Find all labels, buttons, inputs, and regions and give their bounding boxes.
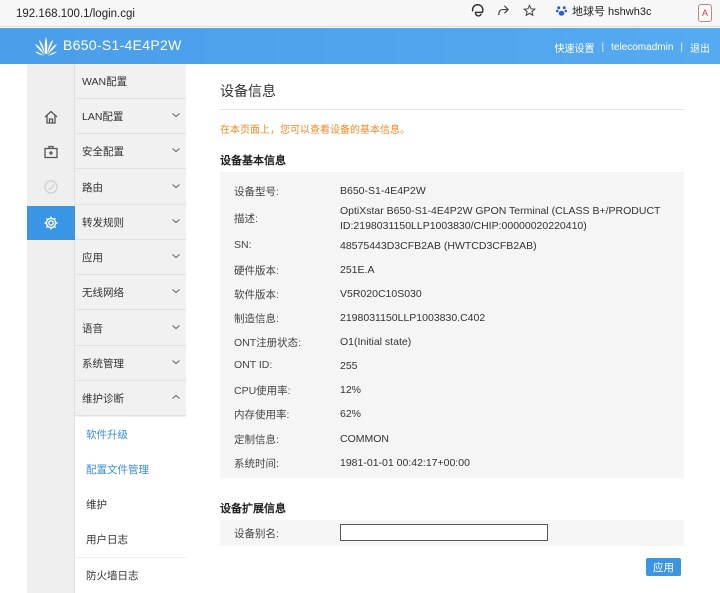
info-label: SN: — [234, 239, 252, 251]
info-label: ONT ID: — [234, 359, 273, 371]
info-label: 制造信息: — [234, 313, 279, 325]
page-title: 设备信息 — [220, 83, 276, 99]
menu-item-security[interactable]: 安全配置 — [75, 134, 186, 169]
rail-item-medkit[interactable] — [27, 135, 75, 169]
menu-item-wan[interactable]: WAN配置 — [75, 64, 186, 99]
divider — [220, 109, 684, 110]
alias-label: 设备别名: — [234, 528, 279, 540]
info-value: 255 — [340, 360, 358, 372]
menu-item-label: 语音 — [82, 322, 103, 335]
speed-icon — [44, 180, 58, 194]
info-value: 1981-01-01 00:42:17+00:00 — [340, 457, 470, 469]
user-link[interactable]: telecomadmin — [611, 42, 673, 53]
menu-item-label: LAN配置 — [82, 110, 124, 123]
info-value: 62% — [340, 408, 362, 420]
browser-toolbar: 192.168.100.1/login.cgi 地球号 hshwh3c A — [0, 0, 720, 27]
rail-item-home[interactable] — [27, 100, 75, 134]
chevron-down-icon — [172, 148, 180, 153]
extended-info-panel: 设备别名: — [220, 520, 684, 546]
info-label: 软件版本: — [234, 289, 279, 301]
menu-item-label: 无线网络 — [82, 286, 124, 299]
menu-item-voice[interactable]: 语音 — [75, 311, 186, 346]
logout-link[interactable]: 退出 — [690, 40, 710, 55]
chevron-down-icon — [172, 254, 180, 259]
app-header: B650-S1-4E4P2W 快速设置 | telecomadmin | 退出 — [0, 28, 720, 64]
rail-item-speed[interactable] — [27, 170, 75, 204]
menu-item-forward[interactable]: 转发规则 — [75, 205, 186, 240]
menu-item-wireless[interactable]: 无线网络 — [75, 275, 186, 310]
submenu-item-firmware-upgrade[interactable]: 软件升级 — [75, 417, 186, 452]
menu-item-label: 路由 — [82, 181, 103, 194]
menu-item-label: WAN配置 — [82, 75, 128, 88]
quick-setup-link[interactable]: 快速设置 — [555, 40, 595, 55]
side-menu: WAN配置 LAN配置 安全配置 路由 转发规则 应用 无线网络 语音 系统管理… — [75, 64, 186, 593]
menu-item-label: 转发规则 — [82, 216, 124, 229]
chevron-down-icon — [172, 113, 180, 118]
chevron-down-icon — [172, 325, 180, 330]
chevron-up-icon — [172, 394, 180, 399]
search-hint[interactable]: 地球号 hshwh3c — [554, 3, 651, 19]
info-value: 12% — [340, 384, 362, 396]
basic-info-heading: 设备基本信息 — [220, 155, 286, 167]
apply-button[interactable]: 应用 — [646, 558, 681, 576]
menu-item-label: 应用 — [82, 251, 103, 264]
page-notice: 在本页面上，您可以查看设备的基本信息。 — [220, 125, 410, 136]
submenu-item-firewall-log[interactable]: 防火墙日志 — [75, 558, 186, 593]
separator: | — [680, 42, 683, 53]
url-text[interactable]: 192.168.100.1/login.cgi — [0, 8, 135, 20]
extended-info-heading: 设备扩展信息 — [220, 503, 286, 515]
gear-icon — [44, 216, 58, 230]
info-value: OptiXstar B650-S1-4E4P2W GPON Terminal (… — [340, 205, 661, 232]
info-label: 内存使用率: — [234, 409, 290, 421]
browser-icons: 地球号 hshwh3c — [470, 0, 651, 21]
info-value: 251E.A — [340, 264, 375, 276]
submenu-item-maintenance[interactable]: 维护 — [75, 487, 186, 522]
chevron-down-icon — [172, 219, 180, 224]
separator: | — [601, 42, 605, 53]
info-label: ONT注册状态: — [234, 337, 302, 349]
info-label: CPU使用率: — [234, 385, 291, 397]
info-value: B650-S1-4E4P2W — [340, 185, 426, 197]
menu-item-diagnostics[interactable]: 维护诊断 — [75, 381, 186, 416]
menu-item-label: 安全配置 — [82, 145, 124, 158]
menu-item-label: 系统管理 — [82, 357, 124, 370]
chevron-down-icon — [172, 184, 180, 189]
edge-icon[interactable] — [470, 4, 484, 18]
main-content: 设备信息 在本页面上，您可以查看设备的基本信息。 设备基本信息 设备型号: B65… — [186, 64, 720, 593]
device-alias-input[interactable] — [340, 524, 548, 541]
info-label: 描述: — [234, 213, 258, 225]
info-label: 系统时间: — [234, 458, 279, 470]
menu-item-lan[interactable]: LAN配置 — [75, 99, 186, 134]
menu-item-label: 维护诊断 — [82, 392, 124, 405]
submenu-item-user-log[interactable]: 用户日志 — [75, 522, 186, 557]
device-model-title: B650-S1-4E4P2W — [63, 37, 182, 53]
info-value: O1(Initial state) — [340, 336, 412, 348]
extension-icon[interactable]: A — [698, 4, 712, 22]
basic-info-panel: 设备型号: B650-S1-4E4P2W 描述: OptiXstar B650-S1… — [220, 172, 684, 478]
share-icon[interactable] — [496, 4, 510, 18]
chevron-down-icon — [172, 289, 180, 294]
star-icon[interactable] — [522, 4, 536, 18]
menu-item-route[interactable]: 路由 — [75, 170, 186, 205]
menu-item-app[interactable]: 应用 — [75, 240, 186, 275]
paw-icon — [554, 4, 568, 18]
info-label: 硬件版本: — [234, 265, 279, 277]
info-label: 设备型号: — [234, 186, 279, 198]
home-icon — [44, 110, 58, 124]
search-hint-text: 地球号 hshwh3c — [572, 5, 652, 18]
info-value: V5R020C10S030 — [340, 288, 422, 300]
submenu-item-config-file[interactable]: 配置文件管理 — [75, 452, 186, 487]
rail-item-settings[interactable] — [27, 206, 82, 240]
info-label: 定制信息: — [234, 434, 279, 446]
chevron-down-icon — [172, 360, 180, 365]
info-value: COMMON — [340, 433, 389, 445]
menu-item-system[interactable]: 系统管理 — [75, 346, 186, 381]
info-value: 2198031150LLP1003830.C402 — [340, 312, 486, 324]
header-links: 快速设置 | telecomadmin | 退出 — [555, 40, 710, 55]
icon-rail — [27, 64, 82, 593]
huawei-logo-icon — [35, 37, 57, 56]
medkit-icon — [44, 145, 58, 159]
info-value: 48575443D3CFB2AB (HWTCD3CFB2AB) — [340, 240, 537, 252]
